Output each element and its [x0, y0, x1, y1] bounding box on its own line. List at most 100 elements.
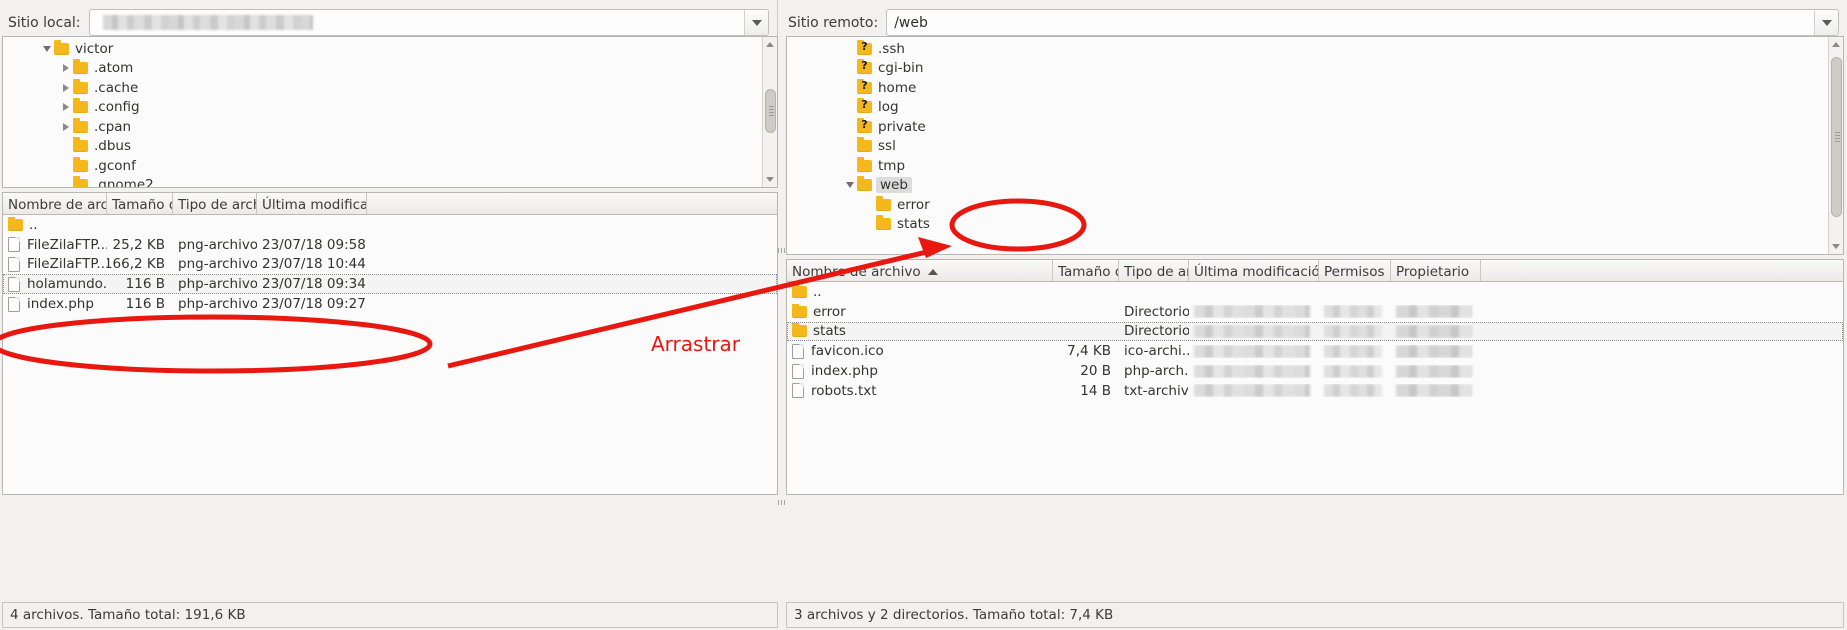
- local-row-name-label: FileZilaFTP...: [27, 236, 107, 253]
- redacted-value: [1324, 305, 1382, 319]
- local-tree-item[interactable]: .gconf: [3, 156, 777, 176]
- local-tree-item[interactable]: .gnome2: [3, 176, 777, 187]
- redacted-value: [1194, 384, 1310, 398]
- remote-row-modified: [1189, 344, 1319, 358]
- remote-tree-item[interactable]: error: [787, 195, 1843, 215]
- local-column-header[interactable]: Nombre de archi: [3, 193, 107, 214]
- local-path-dropdown-button[interactable]: [744, 10, 768, 35]
- chevron-down-icon: [1821, 19, 1832, 26]
- folder-icon: [857, 176, 872, 192]
- remote-tree-item[interactable]: home: [787, 78, 1843, 98]
- local-status-bar: 4 archivos. Tamaño total: 191,6 KB: [2, 602, 778, 628]
- remote-row-name-label: ..: [813, 283, 822, 300]
- remote-list-header[interactable]: Nombre de archivo Tamaño de Tipo de arc Últ…: [787, 260, 1843, 282]
- remote-row-permissions: [1319, 364, 1391, 378]
- splitter-grip[interactable]: [778, 248, 786, 253]
- local-row[interactable]: ..: [3, 215, 777, 235]
- remote-tree-item-label: ssl: [878, 138, 896, 155]
- remote-path-dropdown-button[interactable]: [1814, 10, 1838, 35]
- remote-column-header-label: Permisos: [1324, 263, 1385, 280]
- remote-column-header[interactable]: Propietario: [1391, 260, 1481, 281]
- local-tree-item-label: .dbus: [94, 138, 132, 155]
- remote-tree-rows: .ssh cgi-bin home log private ssl tmp web error s…: [787, 37, 1843, 254]
- remote-row-type: Directorio: [1124, 323, 1189, 340]
- remote-tree-item[interactable]: ssl: [787, 137, 1843, 157]
- local-tree-item[interactable]: victor: [3, 39, 777, 59]
- remote-tree-item[interactable]: private: [787, 117, 1843, 137]
- redacted-value: [1324, 384, 1382, 398]
- remote-row-permissions: [1319, 384, 1391, 398]
- remote-row[interactable]: error Directorio: [787, 302, 1843, 322]
- scroll-up-icon[interactable]: [1829, 37, 1843, 52]
- remote-directory-tree[interactable]: .ssh cgi-bin home log private ssl tmp web error s…: [786, 36, 1844, 255]
- local-tree-item[interactable]: .cache: [3, 78, 777, 98]
- local-row[interactable]: FileZilaFTP... 25,2 KB png-archivo 23/07/18…: [3, 235, 777, 255]
- remote-row[interactable]: robots.txt 14 B txt-archivo: [787, 381, 1843, 401]
- local-column-header[interactable]: Tipo de archiv: [173, 193, 257, 214]
- remote-tree-item[interactable]: cgi-bin: [787, 59, 1843, 79]
- local-path-combo[interactable]: [88, 9, 769, 36]
- redacted-value: [1396, 344, 1472, 358]
- remote-column-header[interactable]: Nombre de archivo: [787, 260, 1053, 281]
- chevron-down-icon[interactable]: [40, 45, 54, 52]
- local-column-header-label: Última modificac: [262, 196, 367, 213]
- scrollbar-thumb[interactable]: [765, 89, 776, 133]
- local-tree-scrollbar[interactable]: [762, 37, 777, 187]
- remote-row-modified: [1189, 364, 1319, 378]
- local-directory-tree[interactable]: victor .atom .cache .config .cpan .dbus .gconf…: [2, 36, 778, 188]
- remote-tree-item[interactable]: stats: [787, 215, 1843, 235]
- scroll-up-icon[interactable]: [763, 37, 777, 52]
- splitter-grip[interactable]: [778, 500, 786, 505]
- remote-tree-item-label: home: [878, 79, 917, 96]
- scroll-down-icon[interactable]: [763, 172, 777, 187]
- remote-column-header[interactable]: Tipo de arc: [1119, 260, 1189, 281]
- remote-column-header[interactable]: Última modificación: [1189, 260, 1319, 281]
- local-tree-rows: victor .atom .cache .config .cpan .dbus .gconf…: [3, 37, 777, 187]
- local-column-header[interactable]: Tamaño de: [107, 193, 173, 214]
- scrollbar-thumb[interactable]: [1831, 57, 1842, 217]
- remote-row-name-label: index.php: [811, 363, 878, 380]
- remote-tree-item[interactable]: .ssh: [787, 39, 1843, 59]
- remote-tree-scrollbar[interactable]: [1828, 37, 1843, 254]
- remote-tree-item[interactable]: log: [787, 98, 1843, 118]
- file-icon: [8, 237, 20, 253]
- local-list-header[interactable]: Nombre de archi Tamaño de Tipo de archiv Úl…: [3, 193, 777, 215]
- remote-tree-item-label: error: [897, 196, 930, 213]
- remote-status-text: 3 archivos y 2 directorios. Tamaño total…: [794, 607, 1114, 623]
- local-row[interactable]: holamundo... 116 B php-archivo 23/07/18 09:…: [3, 274, 777, 295]
- remote-row[interactable]: favicon.ico 7,4 KB ico-archi...: [787, 341, 1843, 361]
- remote-tree-item[interactable]: tmp: [787, 156, 1843, 176]
- local-column-header-label: Tipo de archiv: [178, 196, 256, 213]
- scroll-down-icon[interactable]: [1829, 239, 1843, 254]
- remote-tree-item[interactable]: web: [787, 176, 1843, 196]
- remote-column-header-label: Última modificación: [1194, 263, 1319, 280]
- local-tree-item-label: .atom: [94, 60, 134, 77]
- remote-file-list[interactable]: Nombre de archivo Tamaño de Tipo de arc Últ…: [786, 259, 1844, 495]
- local-tree-item-label: .cache: [94, 79, 139, 96]
- remote-row[interactable]: ..: [787, 282, 1843, 302]
- remote-path-value: /web: [894, 14, 928, 31]
- local-row[interactable]: index.php 116 B php-archivo 23/07/18 09:27.…: [3, 294, 777, 314]
- local-row[interactable]: FileZilaFTP... 166,2 KB png-archivo 23/07/1…: [3, 255, 777, 275]
- remote-column-header[interactable]: Tamaño de: [1053, 260, 1119, 281]
- local-tree-item[interactable]: .cpan: [3, 117, 777, 137]
- folder-icon: [73, 98, 88, 114]
- chevron-down-icon[interactable]: [843, 182, 857, 189]
- remote-row-size: 20 B: [1080, 363, 1111, 380]
- chevron-right-icon[interactable]: [59, 103, 73, 112]
- remote-column-header[interactable]: Permisos: [1319, 260, 1391, 281]
- local-tree-item[interactable]: .dbus: [3, 137, 777, 157]
- chevron-right-icon[interactable]: [59, 122, 73, 131]
- redacted-value: [1324, 344, 1382, 358]
- local-tree-item[interactable]: .config: [3, 98, 777, 118]
- chevron-right-icon[interactable]: [59, 83, 73, 92]
- local-row-name-label: FileZilaFTP...: [27, 256, 107, 273]
- folder-icon: [876, 215, 891, 231]
- local-column-header[interactable]: Última modificac: [257, 193, 367, 214]
- remote-row[interactable]: index.php 20 B php-arch...: [787, 361, 1843, 381]
- remote-row-owner: [1391, 364, 1481, 378]
- local-tree-item[interactable]: .atom: [3, 59, 777, 79]
- remote-row[interactable]: stats Directorio: [787, 321, 1843, 342]
- chevron-right-icon[interactable]: [59, 64, 73, 73]
- remote-path-combo[interactable]: /web: [886, 9, 1839, 36]
